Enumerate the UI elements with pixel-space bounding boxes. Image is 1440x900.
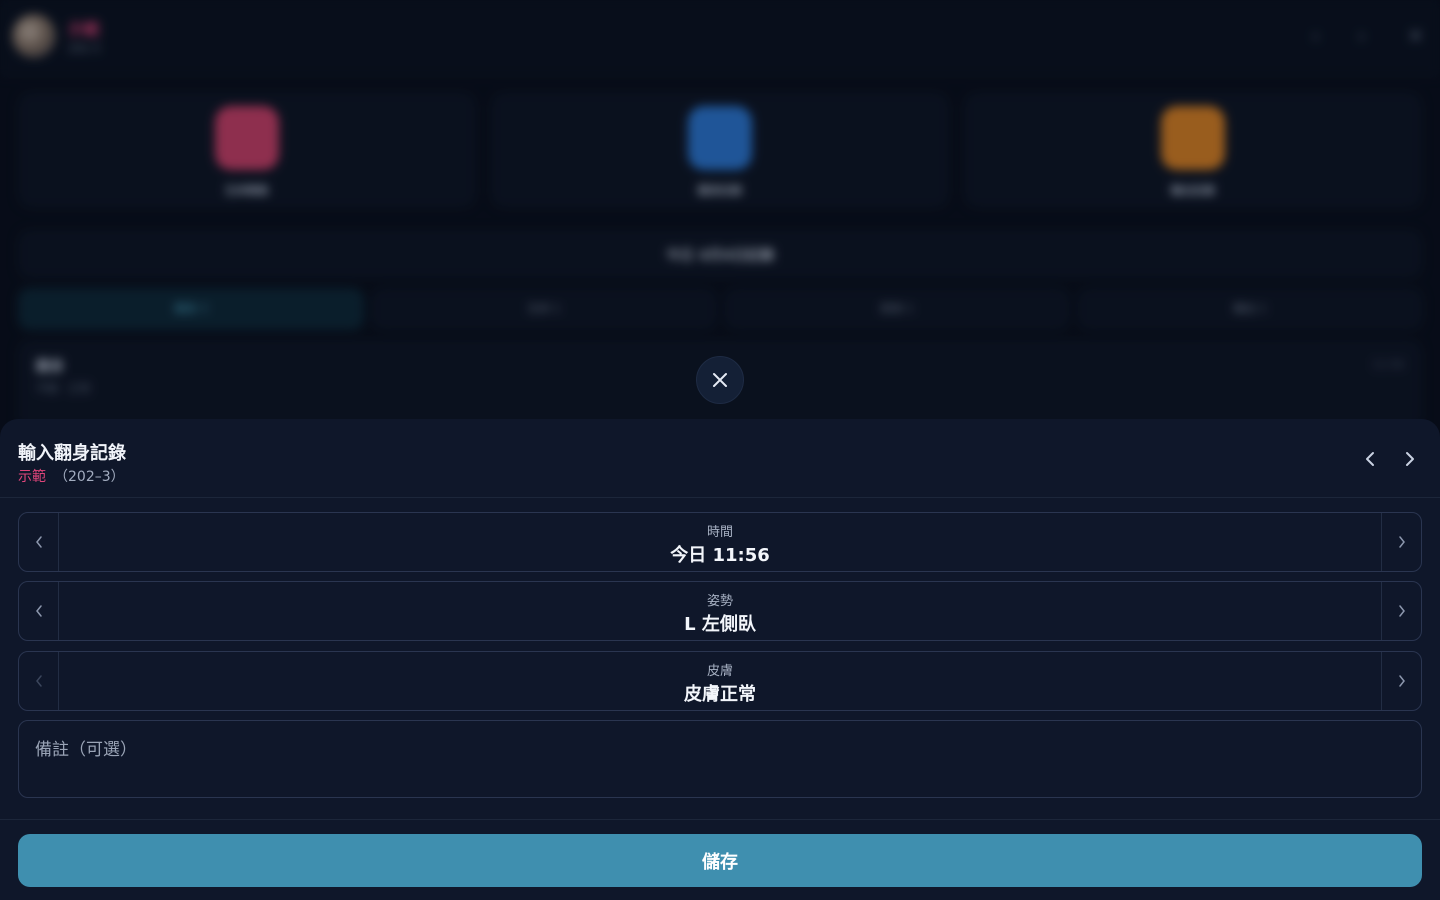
resident-room: （202–3） [54,469,125,485]
chevron-right-icon [1398,605,1405,617]
note-input[interactable] [18,720,1422,798]
chevron-left-icon [35,675,42,687]
record-entry-sheet: 輸入翻身記錄 示範 （202–3） 時間 今日 11:56 姿勢 L 左側臥 皮… [0,419,1440,900]
position-label: 姿勢 [706,594,733,609]
sheet-subtitle: 示範 （202–3） [18,466,125,486]
close-sheet-button[interactable] [696,356,744,404]
position-value: L 左側臥 [684,614,756,635]
chevron-left-icon [1366,452,1374,466]
sheet-title: 輸入翻身記錄 [18,443,126,464]
skin-value: 皮膚正常 [684,684,756,705]
time-label: 時間 [706,525,733,540]
chevron-right-icon [1406,452,1414,466]
chevron-left-icon [35,605,42,617]
close-icon [713,373,727,387]
chevron-left-icon [35,536,42,548]
previous-resident-button[interactable] [1354,443,1386,475]
position-next-button[interactable] [1381,582,1421,640]
divider [0,819,1440,820]
chevron-right-icon [1398,536,1405,548]
time-decrement-button[interactable] [19,513,59,571]
save-button[interactable]: 儲存 [18,834,1422,887]
time-value: 今日 11:56 [670,545,770,566]
position-previous-button[interactable] [19,582,59,640]
time-increment-button[interactable] [1381,513,1421,571]
time-field: 時間 今日 11:56 [18,512,1422,572]
skin-previous-button[interactable] [19,652,59,710]
chevron-right-icon [1398,675,1405,687]
position-field: 姿勢 L 左側臥 [18,581,1422,641]
skin-field: 皮膚 皮膚正常 [18,651,1422,711]
skin-next-button[interactable] [1381,652,1421,710]
sheet-header: 輸入翻身記錄 示範 （202–3） [0,419,1440,498]
resident-name: 示範 [18,469,46,485]
skin-label: 皮膚 [706,664,733,679]
next-resident-button[interactable] [1394,443,1426,475]
